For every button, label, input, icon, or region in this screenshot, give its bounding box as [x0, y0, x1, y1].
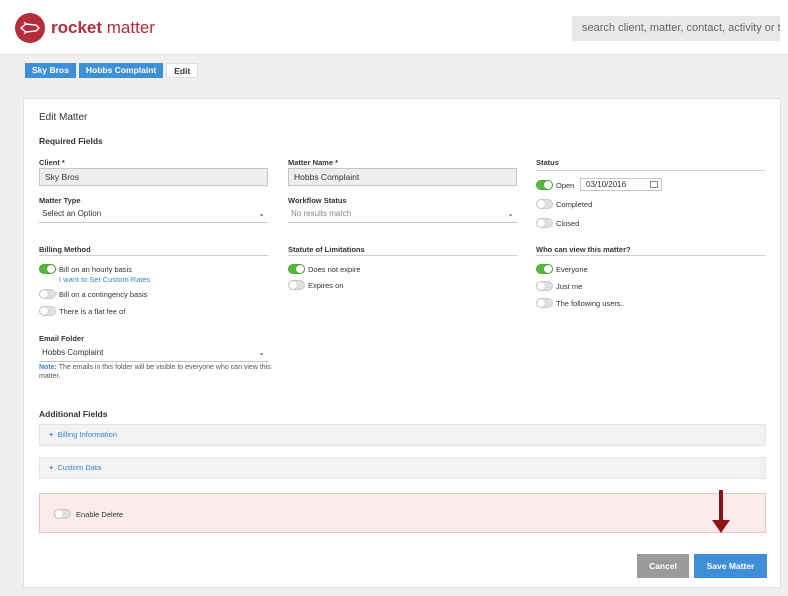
required-fields-heading: Required Fields: [39, 136, 103, 146]
visibility-everyone-toggle[interactable]: Everyone: [536, 263, 588, 275]
email-folder-note: Note: The emails in this folder will be …: [39, 364, 271, 380]
chevron-down-icon: ⌄: [507, 209, 514, 218]
breadcrumb-client[interactable]: Sky Bros: [25, 63, 76, 78]
client-label: Client *: [39, 158, 65, 167]
status-open-toggle[interactable]: Open: [536, 179, 574, 191]
status-label: Status: [536, 158, 559, 167]
billing-hourly-toggle[interactable]: Bill on an hourly basis: [39, 263, 132, 275]
divider: [288, 255, 517, 256]
expander-label: Custom Data: [57, 463, 102, 472]
visibility-users-toggle[interactable]: The following users..: [536, 297, 625, 309]
matter-type-value: Select an Option: [42, 209, 102, 218]
breadcrumb: Sky Bros Hobbs Complaint Edit: [25, 63, 201, 78]
toggle-label: Bill on a contingency basis: [59, 289, 148, 299]
custom-rates-link[interactable]: I want to Set Custom Rates: [59, 275, 150, 284]
toggle-switch[interactable]: [536, 298, 553, 308]
toggle-switch[interactable]: [54, 509, 71, 519]
custom-data-expander[interactable]: + Custom Data: [39, 457, 766, 479]
matter-name-field[interactable]: Hobbs Complaint: [288, 168, 517, 186]
page-title: Edit Matter: [39, 112, 88, 123]
toggle-label: Enable Delete: [76, 509, 124, 519]
expander-label: Billing Information: [57, 430, 118, 439]
email-folder-select[interactable]: Hobbs Complaint ⌄: [39, 345, 268, 362]
toggle-label: The following users..: [556, 298, 625, 308]
status-completed-toggle[interactable]: Completed: [536, 198, 592, 210]
breadcrumb-current: Edit: [166, 63, 199, 78]
toggle-switch[interactable]: [536, 199, 553, 209]
matter-name-label: Matter Name *: [288, 158, 339, 167]
calendar-icon[interactable]: [650, 181, 658, 188]
billing-information-expander[interactable]: + Billing Information: [39, 424, 766, 446]
toggle-label: Just me: [556, 281, 583, 291]
brand-name: rocket matter: [51, 18, 155, 37]
toggle-switch[interactable]: [536, 180, 553, 190]
chevron-down-icon: ⌄: [258, 209, 265, 218]
toggle-label: There is a flat fee of: [59, 306, 126, 316]
additional-fields-heading: Additional Fields: [39, 409, 108, 419]
save-matter-button[interactable]: Save Matter: [694, 554, 767, 578]
matter-type-label: Matter Type: [39, 196, 81, 205]
visibility-label: Who can view this matter?: [536, 245, 631, 254]
plus-icon: +: [49, 430, 54, 439]
toggle-label: Expires on: [308, 280, 344, 290]
client-field[interactable]: Sky Bros: [39, 168, 268, 186]
visibility-just-me-toggle[interactable]: Just me: [536, 280, 582, 292]
danger-zone: Enable Delete: [39, 493, 766, 533]
statute-not-expire-toggle[interactable]: Does not expire: [288, 263, 361, 275]
toggle-switch[interactable]: [536, 218, 553, 228]
status-closed-toggle[interactable]: Closed: [536, 217, 579, 229]
open-date-value: 03/10/2016: [586, 180, 627, 189]
edit-matter-card: Edit Matter Required Fields Client * Sky…: [23, 98, 781, 588]
cancel-button[interactable]: Cancel: [637, 554, 689, 578]
enable-delete-toggle[interactable]: Enable Delete: [54, 508, 123, 520]
breadcrumb-matter[interactable]: Hobbs Complaint: [78, 63, 164, 78]
billing-contingency-toggle[interactable]: Bill on a contingency basis: [39, 288, 147, 300]
toggle-switch[interactable]: [39, 264, 56, 274]
workflow-status-value: No results match: [291, 209, 352, 218]
statute-expires-toggle[interactable]: Expires on: [288, 279, 343, 291]
rocket-matter-logo[interactable]: rocket matter: [15, 13, 155, 43]
billing-flat-fee-toggle[interactable]: There is a flat fee of: [39, 305, 125, 317]
divider: [39, 255, 268, 256]
matter-type-select[interactable]: Select an Option ⌄: [39, 206, 268, 223]
toggle-label: Completed: [556, 199, 593, 209]
email-folder-value: Hobbs Complaint: [42, 348, 104, 357]
annotation-arrow-shaft: [719, 490, 723, 521]
plus-icon: +: [49, 463, 54, 472]
chevron-down-icon: ⌄: [258, 348, 265, 357]
divider: [536, 170, 765, 171]
statute-label: Statute of Limitations: [288, 245, 365, 254]
toggle-switch[interactable]: [288, 264, 305, 274]
billing-method-label: Billing Method: [39, 245, 91, 254]
toggle-switch[interactable]: [288, 280, 305, 290]
toggle-label: Everyone: [556, 264, 588, 274]
toggle-switch[interactable]: [536, 264, 553, 274]
email-folder-label: Email Folder: [39, 334, 85, 343]
rocket-icon: [15, 13, 45, 43]
top-bar: rocket matter search client, matter, con…: [0, 0, 788, 55]
global-search-input[interactable]: search client, matter, contact, activity…: [572, 16, 780, 41]
toggle-label: Bill on an hourly basis: [59, 264, 132, 274]
workflow-status-label: Workflow Status: [288, 196, 347, 205]
annotation-arrow-icon: [712, 520, 730, 533]
toggle-label: Does not expire: [308, 264, 361, 274]
open-date-field[interactable]: 03/10/2016: [580, 178, 662, 191]
toggle-label: Closed: [556, 218, 580, 228]
workflow-status-select[interactable]: No results match ⌄: [288, 206, 517, 223]
toggle-switch[interactable]: [39, 306, 56, 316]
divider: [536, 255, 765, 256]
toggle-switch[interactable]: [39, 289, 56, 299]
toggle-label: Open: [556, 180, 575, 190]
toggle-switch[interactable]: [536, 281, 553, 291]
